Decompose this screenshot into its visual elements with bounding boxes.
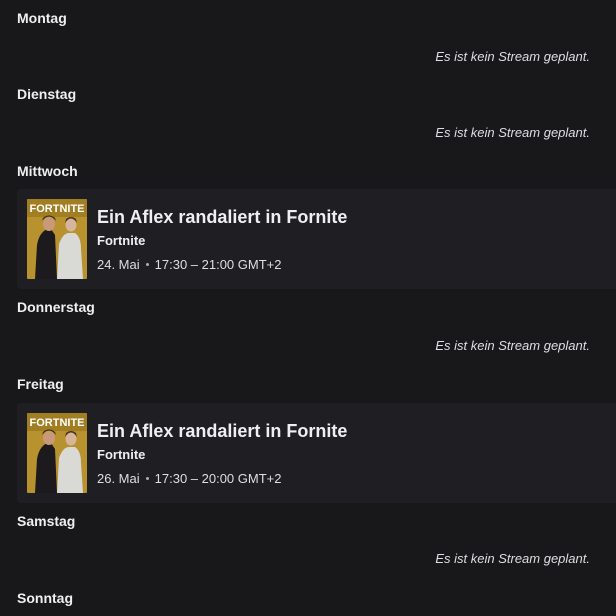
stream-time-range: 17:30 – 21:00 GMT+2: [154, 257, 282, 272]
weekly-schedule: Montag Es ist kein Stream geplant. Diens…: [0, 0, 616, 616]
box-art-logo-text: FORTNITE: [30, 417, 85, 429]
no-stream-message-monday: Es ist kein Stream geplant.: [435, 49, 590, 64]
stream-title[interactable]: Ein Aflex randaliert in Fornite: [97, 420, 347, 442]
day-label-wednesday: Mittwoch: [17, 163, 78, 179]
game-box-art[interactable]: FORTNITE: [27, 199, 87, 279]
stream-date: 24. Mai: [97, 257, 140, 272]
separator-dot-icon: [145, 477, 149, 481]
day-label-monday: Montag: [17, 10, 67, 26]
stream-title[interactable]: Ein Aflex randaliert in Fornite: [97, 206, 347, 228]
day-label-friday: Freitag: [17, 376, 64, 392]
stream-date: 26. Mai: [97, 471, 140, 486]
day-label-thursday: Donnerstag: [17, 299, 95, 315]
day-label-sunday: Sonntag: [17, 590, 73, 606]
no-stream-message-thursday: Es ist kein Stream geplant.: [435, 338, 590, 353]
stream-game-link[interactable]: Fortnite: [97, 233, 145, 249]
box-art-logo-text: FORTNITE: [30, 203, 85, 215]
stream-time: 24. Mai 17:30 – 21:00 GMT+2: [97, 257, 281, 273]
stream-card[interactable]: FORTNITE Ein Aflex randaliert in Fornite…: [17, 189, 616, 289]
day-label-tuesday: Dienstag: [17, 86, 77, 102]
stream-game-link[interactable]: Fortnite: [97, 447, 145, 463]
separator-dot-icon: [145, 263, 149, 267]
no-stream-message-saturday: Es ist kein Stream geplant.: [435, 551, 590, 566]
no-stream-message-tuesday: Es ist kein Stream geplant.: [435, 125, 590, 140]
game-box-art[interactable]: FORTNITE: [27, 413, 87, 493]
day-label-saturday: Samstag: [17, 513, 76, 529]
stream-time-range: 17:30 – 20:00 GMT+2: [154, 471, 282, 486]
stream-time: 26. Mai 17:30 – 20:00 GMT+2: [97, 471, 281, 487]
stream-card[interactable]: FORTNITE Ein Aflex randaliert in Fornite…: [17, 403, 616, 503]
